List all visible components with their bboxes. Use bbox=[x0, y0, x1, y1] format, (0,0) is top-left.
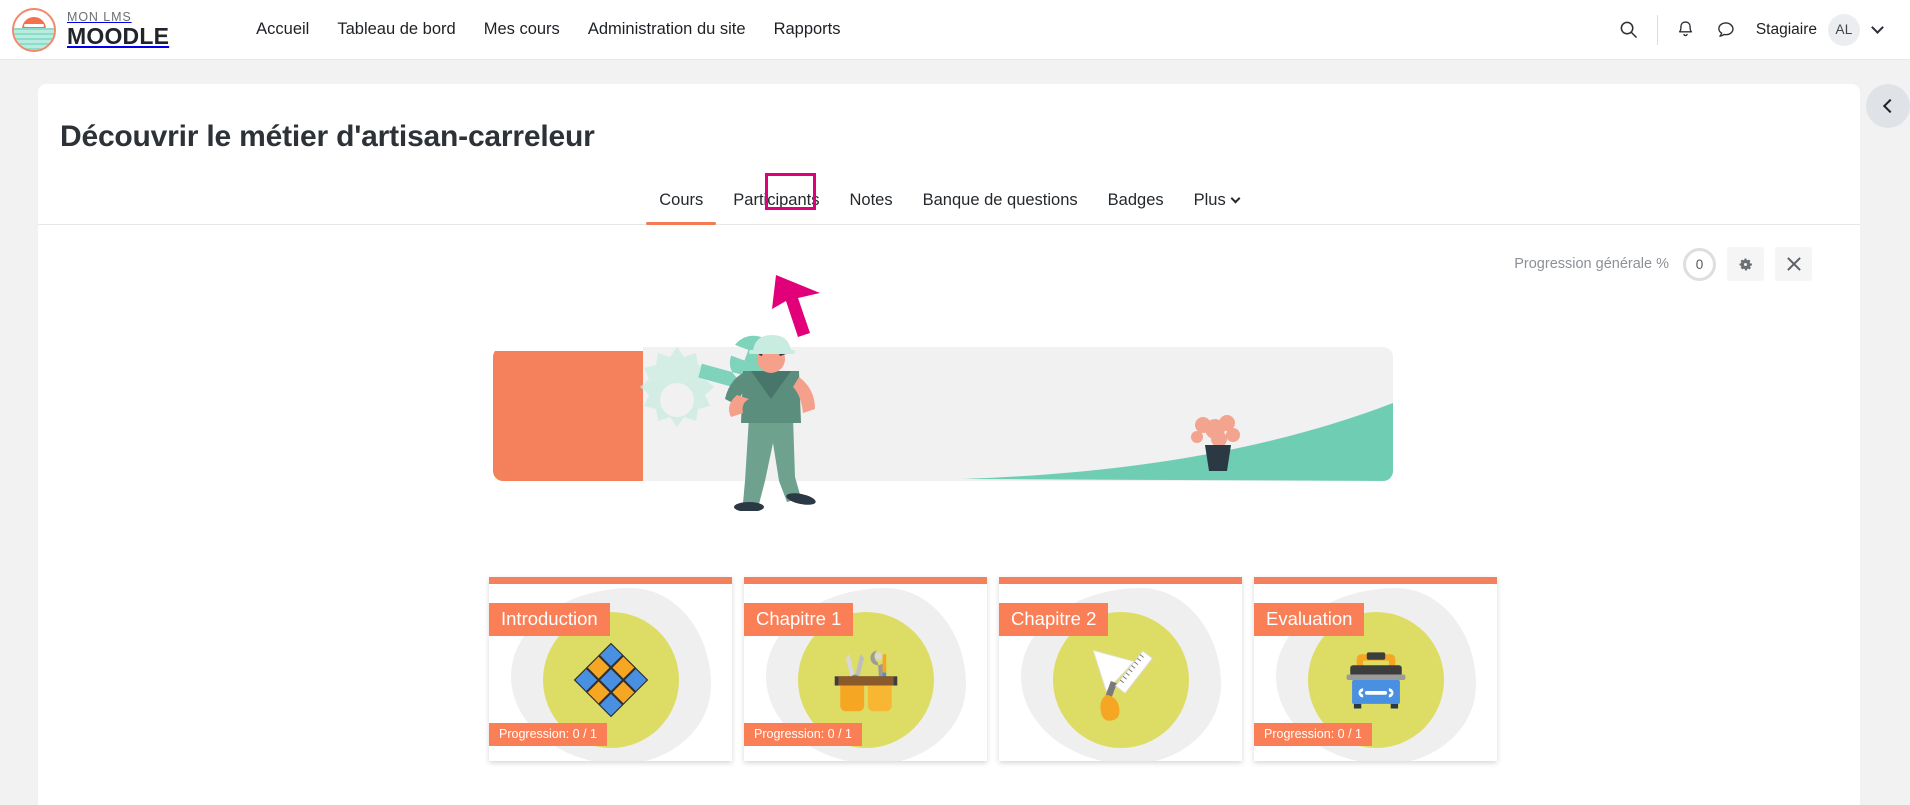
section-title: Evaluation bbox=[1254, 603, 1364, 636]
section-progress-badge: Progression: 0 / 1 bbox=[1254, 723, 1372, 746]
progress-close-button[interactable] bbox=[1775, 247, 1812, 281]
user-name-label: Stagiaire bbox=[1756, 21, 1817, 39]
tiles-diamond-icon bbox=[565, 634, 657, 726]
brand-text: MON LMS MOODLE bbox=[67, 11, 169, 49]
progress-toolbar: Progression générale % 0 bbox=[38, 225, 1860, 281]
course-tabbar: Cours Participants Notes Banque de quest… bbox=[38, 178, 1860, 225]
primary-nav: Accueil Tableau de bord Mes cours Admini… bbox=[242, 12, 854, 47]
tab-badges-label: Badges bbox=[1108, 191, 1164, 210]
progress-label: Progression générale % bbox=[1514, 256, 1669, 272]
avatar: AL bbox=[1828, 14, 1860, 46]
moodle-sun-water-logo-icon bbox=[12, 8, 56, 52]
nav-item-mes-cours[interactable]: Mes cours bbox=[470, 12, 574, 47]
section-card-introduction[interactable]: Introduction Progression: 0 / 1 bbox=[489, 577, 732, 761]
tab-plus[interactable]: Plus bbox=[1179, 191, 1254, 224]
tab-cours[interactable]: Cours bbox=[644, 191, 718, 224]
search-icon bbox=[1619, 20, 1638, 39]
artisan-illustration bbox=[493, 321, 1393, 511]
page-title: Découvrir le métier d'artisan-carreleur bbox=[38, 84, 1860, 154]
chevron-down-icon bbox=[1230, 194, 1240, 204]
brand-line-1: MON LMS bbox=[67, 11, 169, 24]
section-title: Chapitre 2 bbox=[999, 603, 1108, 636]
section-title: Introduction bbox=[489, 603, 610, 636]
top-navbar: MON LMS MOODLE Accueil Tableau de bord M… bbox=[0, 0, 1910, 60]
toolbox-icon bbox=[1330, 634, 1422, 726]
nav-item-administration-du-site[interactable]: Administration du site bbox=[574, 12, 760, 47]
navbar-divider bbox=[1657, 15, 1658, 45]
course-hero-banner bbox=[38, 321, 1860, 521]
course-drawer-toggle-button[interactable] bbox=[1866, 84, 1910, 128]
page-body: Découvrir le métier d'artisan-carreleur … bbox=[0, 60, 1910, 805]
messages-button[interactable] bbox=[1706, 10, 1746, 50]
course-content-card: Découvrir le métier d'artisan-carreleur … bbox=[38, 84, 1860, 805]
nav-item-accueil[interactable]: Accueil bbox=[242, 12, 323, 47]
course-section-cards: Introduction Progression: 0 / 1 bbox=[38, 577, 1860, 761]
close-x-icon bbox=[1786, 256, 1802, 272]
trowel-ruler-icon bbox=[1075, 634, 1167, 726]
tab-plus-label: Plus bbox=[1194, 191, 1226, 210]
notifications-bell-icon bbox=[1676, 20, 1695, 40]
tab-cours-label: Cours bbox=[659, 191, 703, 210]
tab-badges[interactable]: Badges bbox=[1093, 191, 1179, 224]
tab-banque-de-questions-label: Banque de questions bbox=[923, 191, 1078, 210]
site-logo-link[interactable]: MON LMS MOODLE bbox=[12, 8, 169, 52]
brand-line-2: MOODLE bbox=[67, 25, 169, 48]
search-button[interactable] bbox=[1609, 10, 1649, 50]
tab-notes[interactable]: Notes bbox=[835, 191, 908, 224]
messages-bubble-icon bbox=[1716, 20, 1736, 40]
section-title: Chapitre 1 bbox=[744, 603, 853, 636]
tab-participants-label: Participants bbox=[733, 191, 819, 210]
section-card-evaluation[interactable]: Evaluation Progression: 0 / 1 bbox=[1254, 577, 1497, 761]
chevron-left-icon bbox=[1883, 99, 1897, 113]
section-card-chapitre-2[interactable]: Chapitre 2 bbox=[999, 577, 1242, 761]
tab-notes-label: Notes bbox=[850, 191, 893, 210]
nav-item-tableau-de-bord[interactable]: Tableau de bord bbox=[323, 12, 469, 47]
user-menu[interactable]: Stagiaire AL bbox=[1746, 10, 1888, 50]
nav-item-rapports[interactable]: Rapports bbox=[760, 12, 855, 47]
tab-participants[interactable]: Participants bbox=[718, 191, 834, 224]
section-progress-badge: Progression: 0 / 1 bbox=[744, 723, 862, 746]
progress-value-badge: 0 bbox=[1683, 248, 1716, 281]
tool-belt-icon bbox=[820, 634, 912, 726]
chevron-down-icon bbox=[1871, 21, 1884, 34]
navbar-right-cluster: Stagiaire AL bbox=[1609, 10, 1910, 50]
section-progress-badge: Progression: 0 / 1 bbox=[489, 723, 607, 746]
notifications-button[interactable] bbox=[1666, 10, 1706, 50]
section-card-chapitre-1[interactable]: Chapitre 1 Progression: 0 / 1 bbox=[744, 577, 987, 761]
gear-icon bbox=[1737, 256, 1754, 273]
tab-banque-de-questions[interactable]: Banque de questions bbox=[908, 191, 1093, 224]
progress-settings-button[interactable] bbox=[1727, 247, 1764, 281]
